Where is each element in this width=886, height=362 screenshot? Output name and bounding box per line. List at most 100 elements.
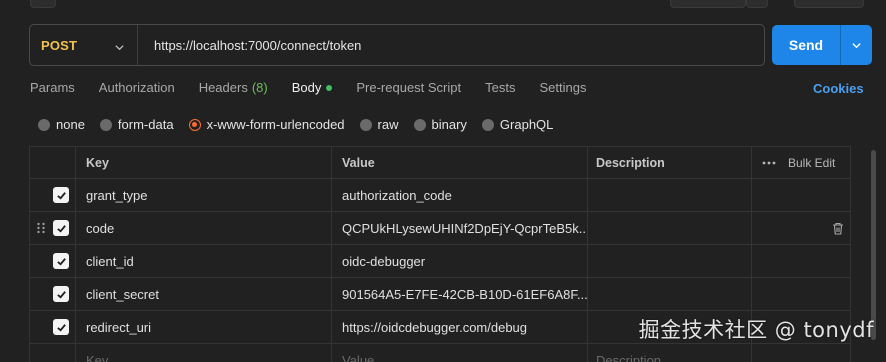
- tab-headers[interactable]: Headers (8): [199, 80, 268, 95]
- row-checkbox-cell: [29, 311, 75, 343]
- actions-cell: [751, 344, 851, 362]
- check-icon: [56, 257, 66, 266]
- top-button-stub-3[interactable]: [746, 0, 768, 8]
- tab-settings[interactable]: Settings: [539, 80, 586, 95]
- key-cell[interactable]: grant_type: [75, 179, 331, 211]
- headers-count: (8): [251, 80, 268, 95]
- column-header-value: Value: [331, 147, 587, 178]
- actions-cell: [751, 212, 851, 244]
- value-cell[interactable]: 901564A5-E7FE-42CB-B10D-61EF6A8F...: [331, 278, 587, 310]
- bulk-edit-button[interactable]: Bulk Edit: [788, 156, 835, 170]
- row-checkbox-cell: [29, 212, 75, 244]
- tab-label: Params: [30, 80, 75, 95]
- radio-selected-icon: [188, 118, 201, 131]
- new-description-input[interactable]: Description: [587, 344, 751, 362]
- body-type-label: x-www-form-urlencoded: [206, 117, 345, 132]
- row-checkbox-cell: [29, 278, 75, 310]
- tab-tests[interactable]: Tests: [485, 80, 515, 95]
- body-type-binary[interactable]: binary: [413, 117, 467, 132]
- tab-label: Headers: [198, 80, 248, 95]
- radio-icon: [413, 118, 426, 131]
- active-indicator-dot: [326, 84, 333, 91]
- body-type-graphql[interactable]: GraphQL: [481, 117, 554, 132]
- body-type-label: binary: [431, 117, 467, 132]
- top-button-stub-4[interactable]: [794, 0, 864, 8]
- send-options-button[interactable]: [841, 25, 872, 65]
- request-tabs: Params Authorization Headers (8) Body Pre…: [30, 80, 610, 95]
- body-type-form-data[interactable]: form-data: [99, 117, 174, 132]
- value-cell[interactable]: https://oidcdebugger.com/debug: [331, 311, 587, 343]
- tab-authorization[interactable]: Authorization: [99, 80, 175, 95]
- row-checkbox-cell: [29, 179, 75, 211]
- column-header-key: Key: [75, 147, 331, 178]
- description-cell[interactable]: [587, 245, 751, 277]
- row-checkbox-cell: [29, 344, 75, 362]
- column-header-description: Description: [587, 147, 751, 178]
- new-key-input[interactable]: Key: [75, 344, 331, 362]
- tab-body[interactable]: Body: [292, 80, 333, 95]
- row-checkbox-cell: [29, 245, 75, 277]
- trash-icon[interactable]: [832, 222, 844, 235]
- row-checkbox[interactable]: [53, 220, 69, 236]
- row-checkbox[interactable]: [53, 253, 69, 269]
- bulk-edit-cell: Bulk Edit: [751, 147, 851, 178]
- body-type-raw[interactable]: raw: [359, 117, 399, 132]
- actions-cell: [751, 179, 851, 211]
- new-value-input[interactable]: Value: [331, 344, 587, 362]
- drag-handle-icon[interactable]: [36, 222, 46, 234]
- key-cell[interactable]: redirect_uri: [75, 311, 331, 343]
- send-button[interactable]: Send: [772, 37, 840, 53]
- vertical-scrollbar[interactable]: [871, 150, 876, 340]
- tab-label: Tests: [485, 80, 516, 95]
- header-spacer: [29, 147, 75, 178]
- table-header-row: Key Value Description Bulk Edit: [29, 146, 851, 179]
- table-row: client_secret 901564A5-E7FE-42CB-B10D-61…: [29, 278, 851, 311]
- tab-label: Pre-request Script: [356, 80, 462, 95]
- body-type-label: GraphQL: [499, 117, 554, 132]
- row-checkbox[interactable]: [53, 187, 69, 203]
- url-input[interactable]: https://localhost:7000/connect/token: [138, 25, 764, 65]
- tab-label: Settings: [539, 80, 587, 95]
- radio-icon: [99, 118, 112, 131]
- top-button-stub-1[interactable]: [30, 0, 56, 8]
- send-button-group: Send: [772, 25, 872, 65]
- check-icon: [56, 290, 66, 299]
- tab-label: Body: [291, 80, 322, 95]
- top-button-stub-2[interactable]: [670, 0, 746, 8]
- value-cell[interactable]: oidc-debugger: [331, 245, 587, 277]
- row-checkbox[interactable]: [53, 319, 69, 335]
- tab-label: Authorization: [98, 80, 175, 95]
- row-checkbox[interactable]: [53, 286, 69, 302]
- tab-pre-request-script[interactable]: Pre-request Script: [356, 80, 461, 95]
- chevron-down-icon: [114, 40, 125, 51]
- chevron-down-icon: [852, 42, 861, 48]
- description-cell[interactable]: [587, 179, 751, 211]
- check-icon: [56, 224, 66, 233]
- actions-cell: [751, 245, 851, 277]
- description-cell[interactable]: [587, 212, 751, 244]
- tab-params[interactable]: Params: [30, 80, 75, 95]
- description-cell[interactable]: [587, 278, 751, 310]
- radio-icon: [359, 118, 372, 131]
- request-bar: POST https://localhost:7000/connect/toke…: [29, 24, 765, 66]
- table-row: client_id oidc-debugger: [29, 245, 851, 278]
- table-row-new: Key Value Description: [29, 344, 851, 362]
- body-type-none[interactable]: none: [38, 117, 85, 132]
- more-options-icon[interactable]: [762, 161, 776, 165]
- method-select[interactable]: POST: [30, 25, 138, 65]
- table-row: code QCPUkHLysewUHINf2DpEjY-QcprTeB5k...: [29, 212, 851, 245]
- radio-icon: [38, 118, 50, 131]
- cookies-link[interactable]: Cookies: [813, 81, 864, 96]
- key-cell[interactable]: code: [75, 212, 331, 244]
- value-cell[interactable]: QCPUkHLysewUHINf2DpEjY-QcprTeB5k...: [331, 212, 587, 244]
- watermark: 掘金技术社区 @ tonydf: [638, 318, 874, 342]
- value-cell[interactable]: authorization_code: [331, 179, 587, 211]
- method-label: POST: [41, 37, 78, 53]
- body-type-label: raw: [377, 117, 399, 132]
- key-cell[interactable]: client_id: [75, 245, 331, 277]
- check-icon: [56, 323, 66, 332]
- table-row: grant_type authorization_code: [29, 179, 851, 212]
- body-type-urlencoded[interactable]: x-www-form-urlencoded: [188, 117, 345, 132]
- key-cell[interactable]: client_secret: [75, 278, 331, 310]
- body-type-radio-group: none form-data x-www-form-urlencoded raw…: [38, 117, 568, 132]
